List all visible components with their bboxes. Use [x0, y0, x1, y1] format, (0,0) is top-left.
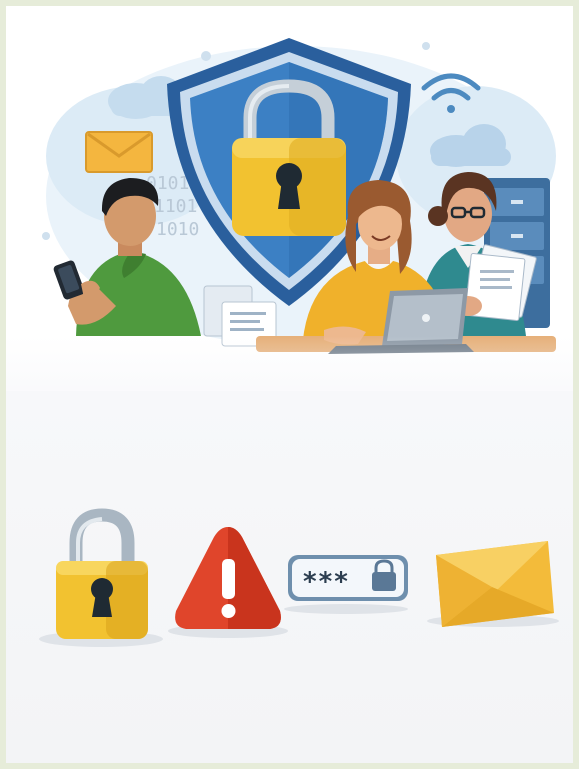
security-illustration: 0101 1101 1010: [42, 38, 556, 354]
envelope-icon: [436, 541, 554, 627]
password-mask-text: ***: [302, 567, 349, 597]
icon-row-canvas: ***: [39, 508, 559, 647]
padlock-icon: [56, 508, 148, 639]
envelope-small-icon: [85, 131, 153, 173]
image-frame: 0101 1101 1010 ***: [6, 6, 573, 763]
svg-text:1010: 1010: [156, 219, 199, 240]
svg-text:1101: 1101: [154, 196, 197, 217]
icon-row: ***: [6, 391, 573, 763]
warning-triangle-icon: [175, 527, 281, 629]
password-field-icon: ***: [288, 555, 408, 601]
